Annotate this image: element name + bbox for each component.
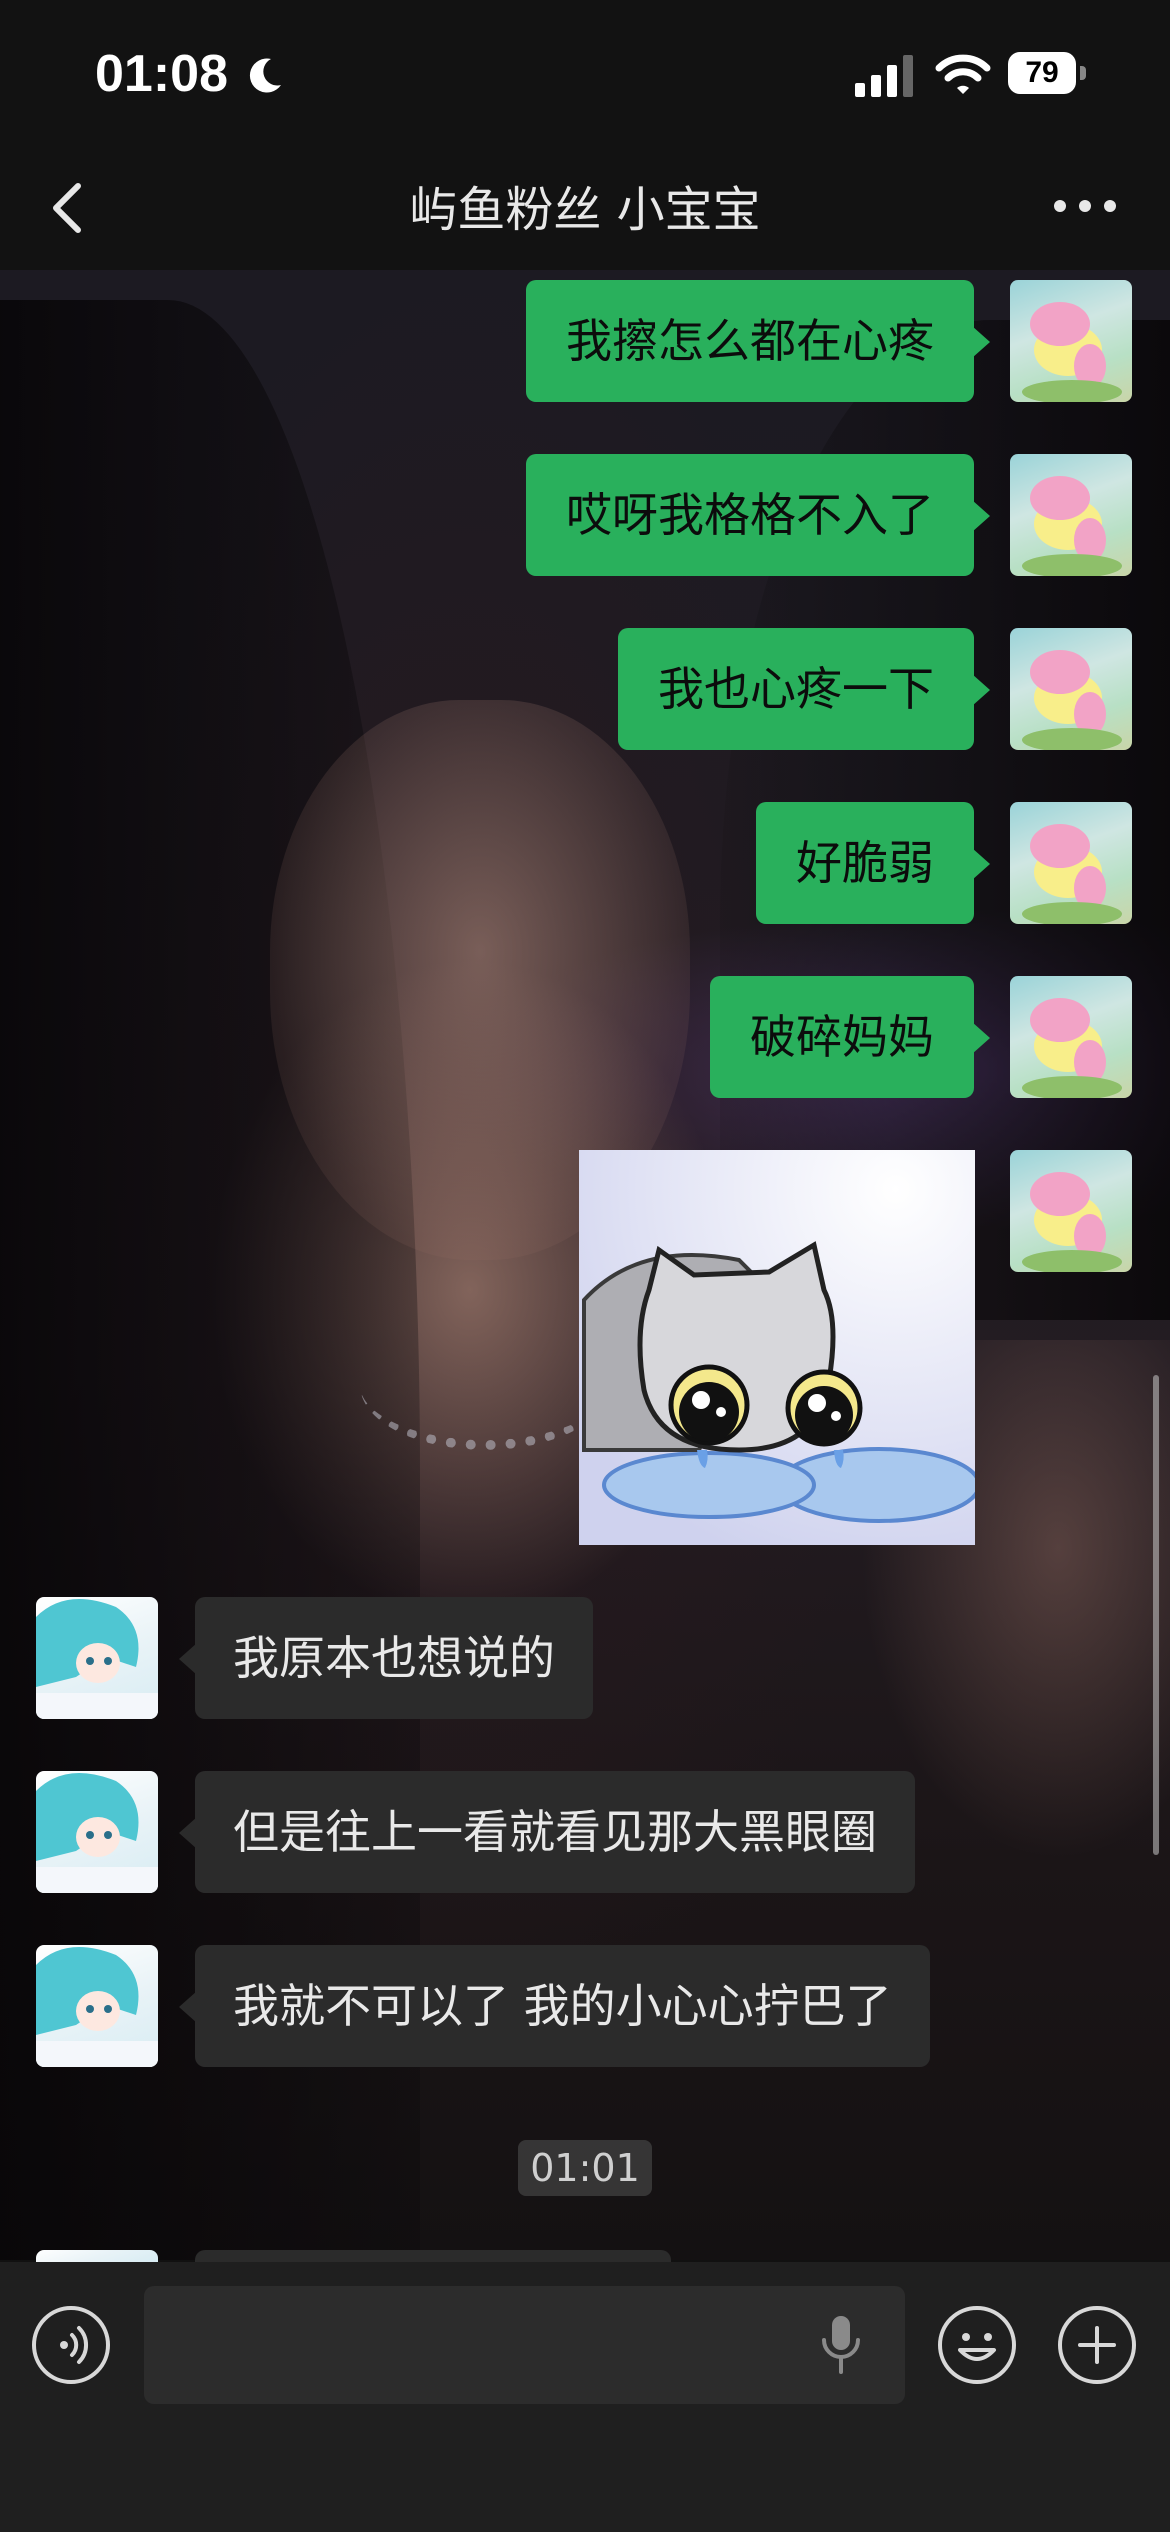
avatar[interactable] <box>1010 628 1132 750</box>
signal-icon <box>855 55 913 97</box>
incoming-message[interactable]: 但是往上一看就看见那大黑眼圈 <box>179 1771 915 1893</box>
wallpaper-shape <box>360 1320 610 1450</box>
avatar <box>36 2250 158 2262</box>
avatar[interactable] <box>36 1597 158 1719</box>
avatar[interactable] <box>36 1945 158 2067</box>
chat-header: 屿鱼粉丝 小宝宝 <box>0 150 1170 270</box>
message-timestamp: 01:01 <box>518 2140 652 2196</box>
battery-icon: 79 <box>1008 52 1090 98</box>
avatar[interactable] <box>1010 454 1132 576</box>
outgoing-message[interactable]: 好脆弱 <box>756 802 990 924</box>
avatar[interactable] <box>1010 802 1132 924</box>
avatar[interactable] <box>36 1771 158 1893</box>
avatar[interactable] <box>1010 1150 1132 1272</box>
emoji-icon[interactable] <box>938 2306 1016 2384</box>
incoming-message[interactable]: 我原本也想说的 <box>179 1597 593 1719</box>
incoming-message[interactable]: 我就不可以了 我的小心心拧巴了 <box>179 1945 930 2067</box>
status-time: 01:08 <box>95 45 228 103</box>
message-input[interactable] <box>144 2286 905 2404</box>
outgoing-message[interactable]: 哎呀我格格不入了 <box>526 454 990 576</box>
chat-screen: 01:08 79 屿鱼粉丝 小宝宝 我擦怎么都在心疼 哎呀我格格不入了 我也心疼… <box>0 0 1170 2532</box>
moon-icon <box>249 58 281 93</box>
avatar[interactable] <box>1010 280 1132 402</box>
incoming-message-partial <box>195 2250 671 2262</box>
outgoing-message[interactable]: 破碎妈妈 <box>710 976 990 1098</box>
chat-title: 屿鱼粉丝 小宝宝 <box>409 182 761 238</box>
voice-icon[interactable] <box>32 2306 110 2384</box>
outgoing-message[interactable]: 我也心疼一下 <box>618 628 990 750</box>
microphone-icon[interactable] <box>816 2314 866 2376</box>
scrollbar[interactable] <box>1153 1375 1159 1855</box>
more-dots-icon[interactable] <box>1050 186 1120 226</box>
plus-icon[interactable] <box>1058 2306 1136 2384</box>
avatar[interactable] <box>1010 976 1132 1098</box>
wifi-icon <box>935 54 991 94</box>
status-bar: 01:08 79 <box>0 0 1170 150</box>
battery-level: 79 <box>1008 52 1076 94</box>
input-bar <box>0 2262 1170 2532</box>
sticker-message[interactable] <box>579 1150 975 1545</box>
outgoing-message[interactable]: 我擦怎么都在心疼 <box>526 280 990 402</box>
